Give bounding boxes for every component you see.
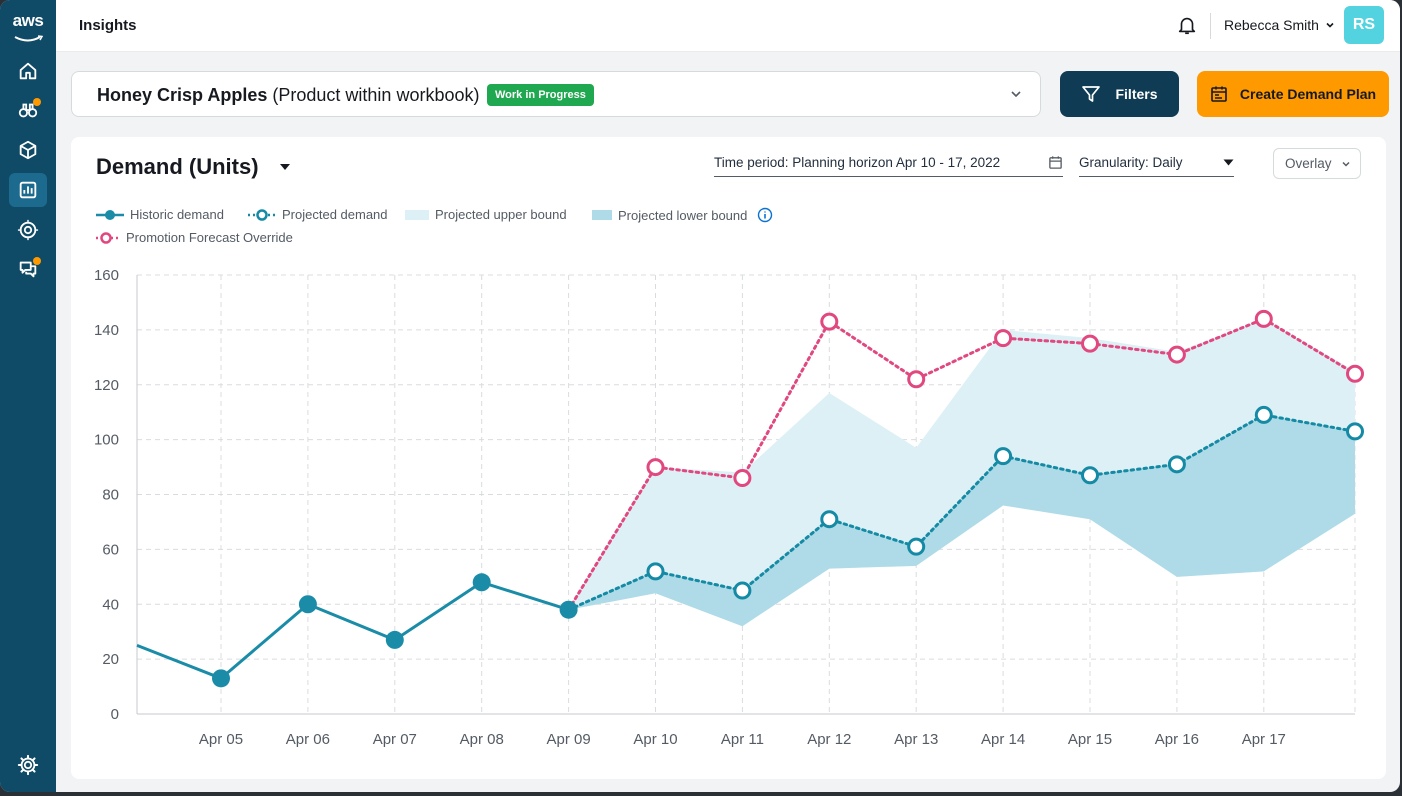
promo-forecast-point (820, 312, 839, 331)
historic-demand-point (472, 573, 491, 592)
sidebar-item-home[interactable] (9, 54, 47, 88)
page-title: Insights (79, 17, 137, 34)
projected-demand-point (907, 537, 926, 556)
x-tick-label: Apr 15 (1068, 731, 1112, 748)
sidebar-item-settings[interactable] (9, 748, 47, 782)
calendar-plan-icon (1211, 86, 1227, 102)
historic-demand-point (385, 630, 404, 649)
demand-chart-card: Demand (Units) Time period: Planning hor… (71, 137, 1386, 779)
projected-demand-point (646, 562, 665, 581)
x-tick-label: Apr 14 (981, 731, 1025, 748)
home-icon (19, 62, 37, 80)
projected-demand-point (1254, 405, 1273, 424)
x-tick-label: Apr 10 (633, 731, 677, 748)
target-icon (17, 219, 39, 241)
x-tick-label: Apr 07 (373, 731, 417, 748)
historic-demand-point (559, 600, 578, 619)
projected-demand-point (820, 510, 839, 529)
projected-demand-point (994, 447, 1013, 466)
sidebar: aws (0, 0, 56, 792)
projected-demand-point (1167, 455, 1186, 474)
user-menu[interactable]: Rebecca Smith (1224, 17, 1335, 33)
divider (1210, 13, 1211, 39)
box-icon (19, 140, 37, 160)
sidebar-item-targets[interactable] (9, 213, 47, 247)
x-tick-label: Apr 17 (1242, 731, 1286, 748)
filter-icon (1082, 86, 1101, 102)
sidebar-item-explore[interactable] (9, 93, 47, 127)
app-window: aws Insights Rebecca Smith RS Honey Cris… (0, 0, 1400, 792)
y-tick-label: 100 (94, 432, 119, 449)
x-tick-label: Apr 08 (460, 731, 504, 748)
x-tick-label: Apr 13 (894, 731, 938, 748)
sidebar-item-products[interactable] (9, 133, 47, 167)
y-tick-label: 80 (102, 487, 119, 504)
y-tick-label: 60 (102, 541, 119, 558)
historic-demand-line (136, 580, 570, 680)
notification-dot (33, 98, 41, 106)
promo-forecast-point (1346, 364, 1364, 383)
promo-forecast-point (1081, 334, 1099, 353)
top-bar: Insights Rebecca Smith RS (56, 0, 1400, 52)
projected-demand-point (1346, 422, 1364, 441)
x-tick-label: Apr 12 (807, 731, 851, 748)
status-badge: Work in Progress (487, 84, 594, 106)
y-tick-label: 120 (94, 377, 119, 394)
create-demand-plan-button[interactable]: Create Demand Plan (1197, 71, 1389, 117)
sidebar-item-messages[interactable] (9, 252, 47, 286)
sidebar-item-insights[interactable] (9, 173, 47, 207)
bell-icon[interactable] (1176, 14, 1198, 36)
promo-forecast-point (907, 370, 926, 389)
bar-chart-icon (19, 181, 37, 199)
y-tick-label: 140 (94, 322, 119, 339)
avatar[interactable]: RS (1344, 6, 1384, 44)
x-tick-label: Apr 09 (546, 731, 590, 748)
product-selector[interactable]: Honey Crisp Apples (Product within workb… (71, 71, 1041, 117)
x-tick-label: Apr 16 (1155, 731, 1199, 748)
projected-demand-point (733, 581, 752, 600)
y-tick-label: 20 (102, 651, 119, 668)
promo-forecast-point (646, 458, 665, 477)
promo-forecast-point (1254, 309, 1273, 328)
promo-forecast-point (1167, 345, 1186, 364)
filters-button[interactable]: Filters (1060, 71, 1179, 117)
historic-demand-point (298, 595, 317, 614)
gear-icon (17, 754, 39, 776)
chevron-down-icon (1011, 91, 1021, 98)
y-tick-label: 40 (102, 596, 119, 613)
demand-line-chart: 0 20 40 60 80 100 120 140 160 Apr 05 Apr 06 Apr 07 A… (94, 267, 1364, 748)
promo-forecast-point (733, 469, 752, 488)
chevron-down-icon (1326, 22, 1334, 28)
y-tick-label: 160 (94, 267, 119, 284)
notification-dot (33, 257, 41, 265)
historic-demand-point (212, 669, 230, 688)
x-tick-label: Apr 05 (199, 731, 243, 748)
projected-demand-point (1081, 466, 1099, 485)
y-tick-label: 0 (111, 706, 119, 723)
x-tick-label: Apr 06 (286, 731, 330, 748)
promo-forecast-point (994, 329, 1013, 348)
user-name: Rebecca Smith (1224, 17, 1319, 33)
x-tick-label: Apr 11 (721, 731, 764, 748)
product-name: Honey Crisp Apples (Product within workb… (97, 85, 480, 105)
smile-icon (14, 35, 44, 42)
aws-logo[interactable]: aws (9, 12, 47, 42)
